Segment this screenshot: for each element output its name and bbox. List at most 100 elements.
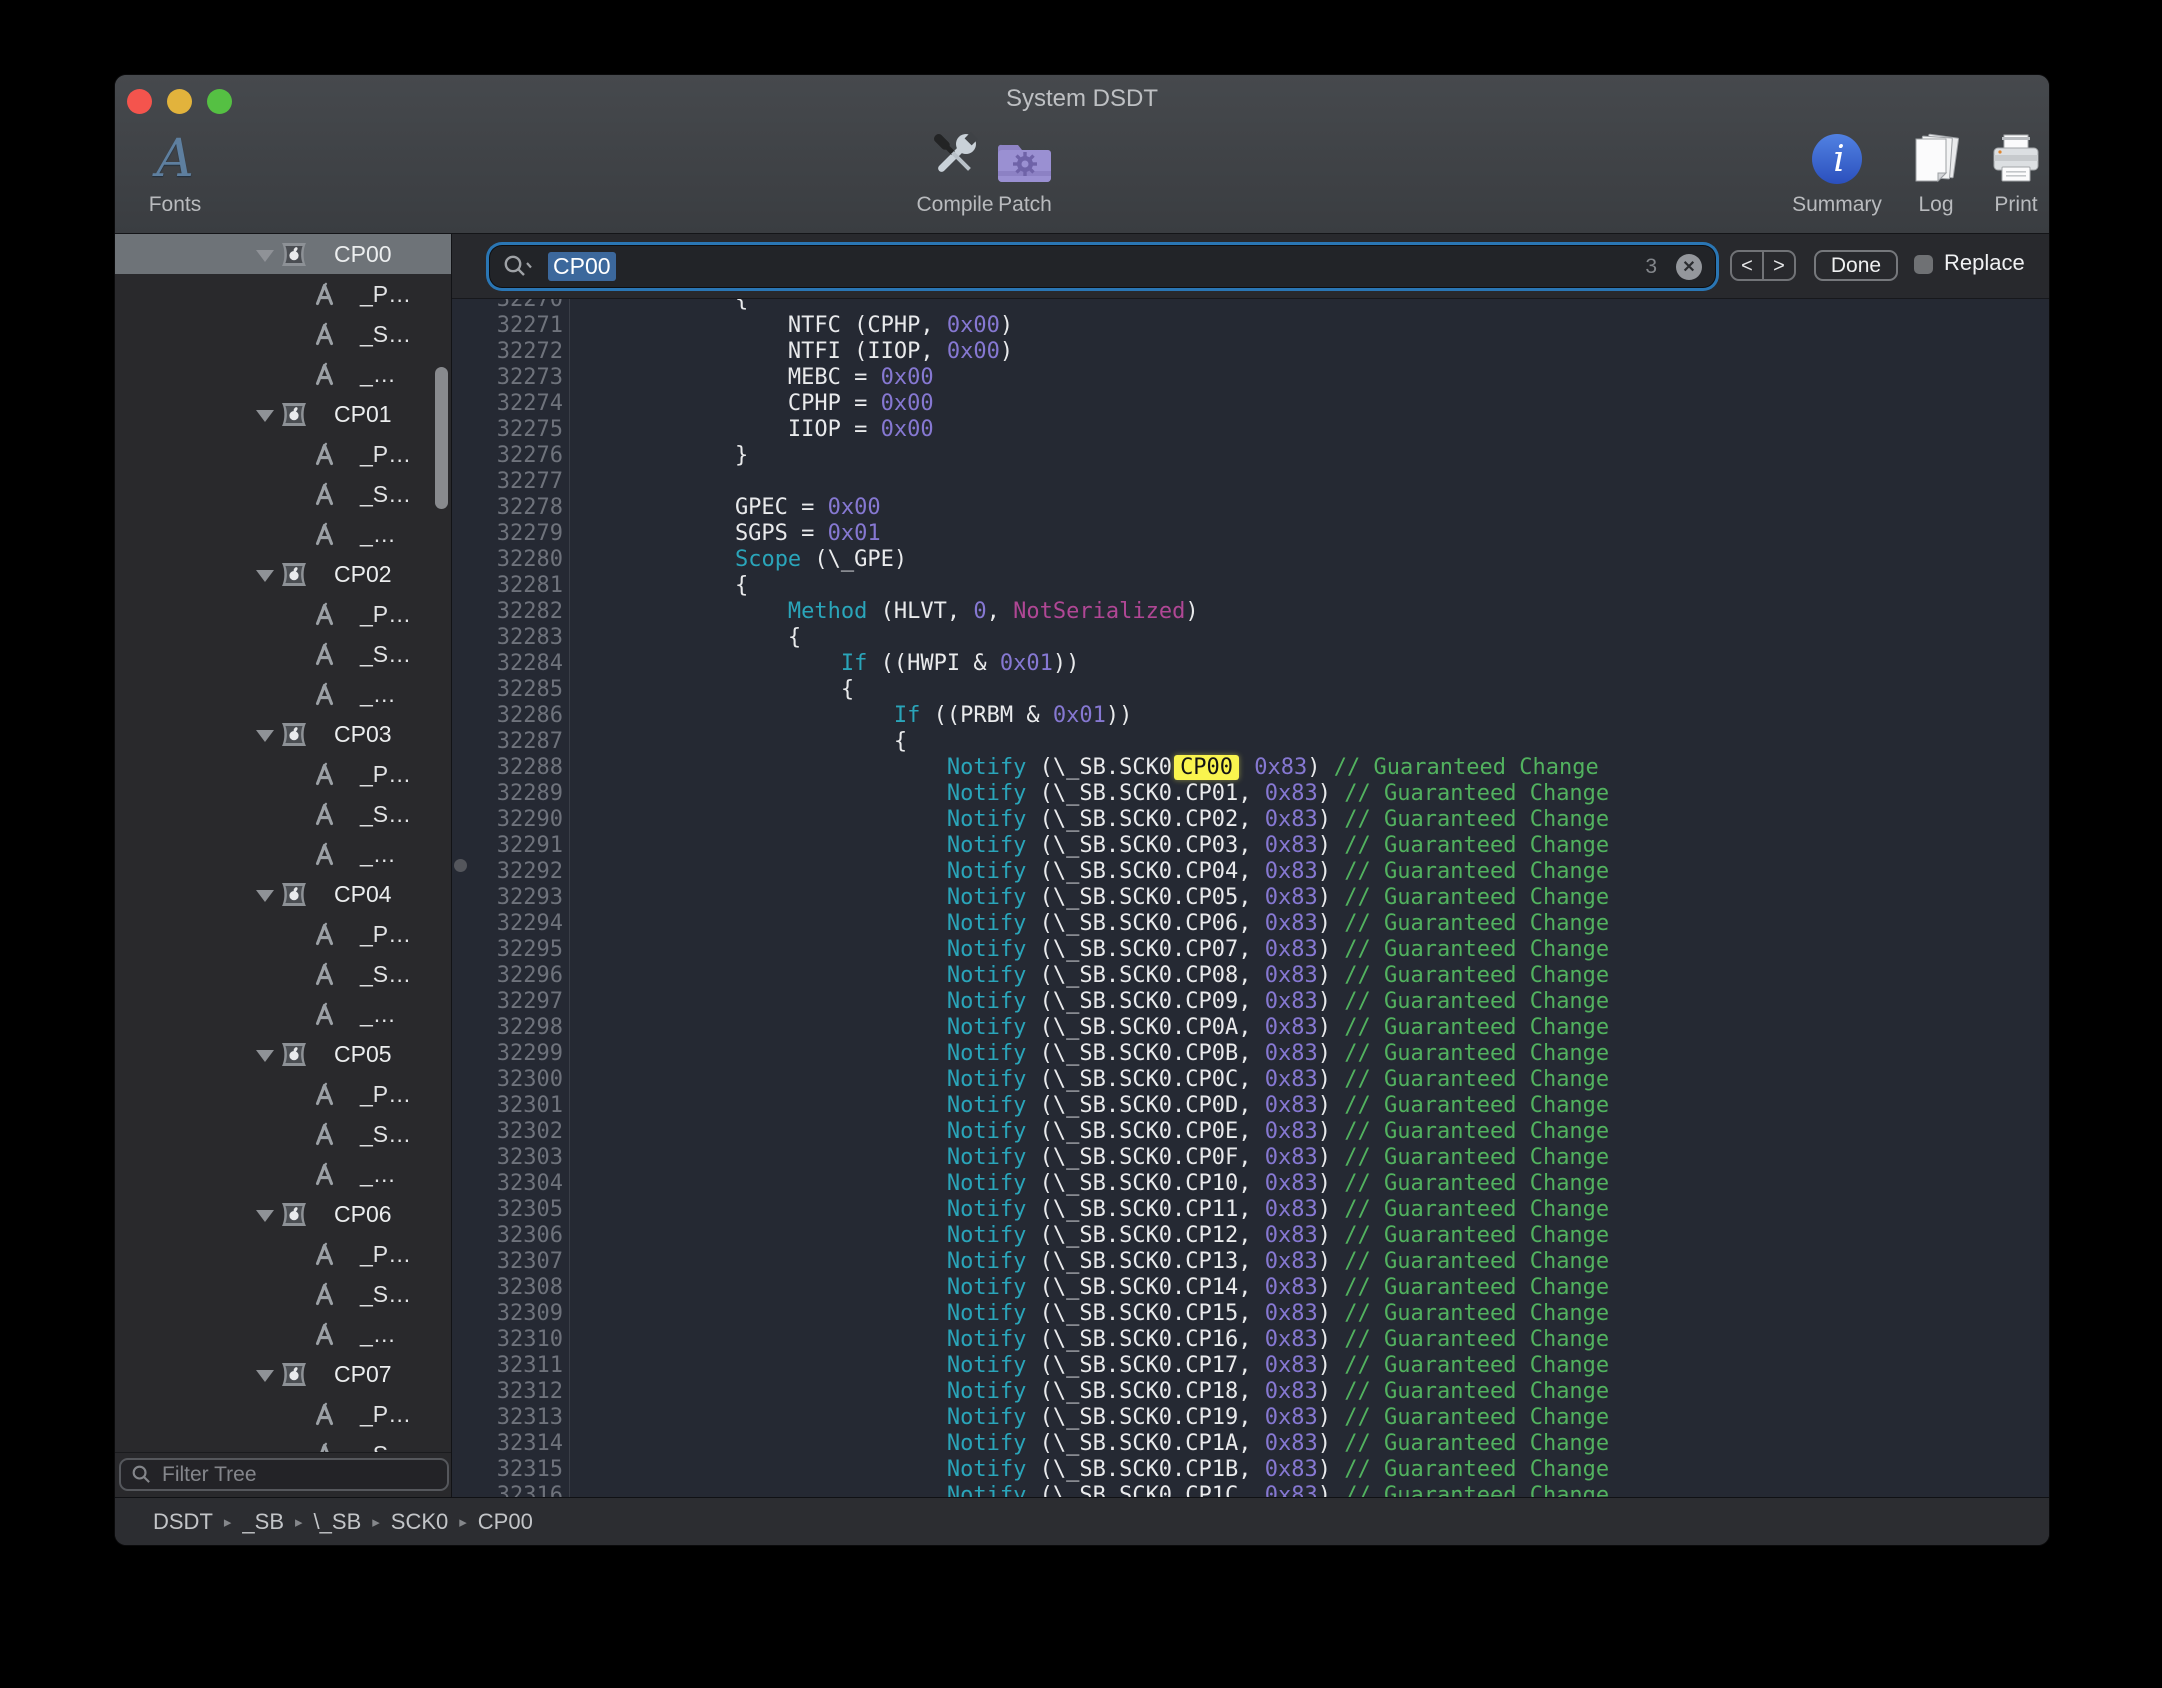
method-icon — [311, 801, 338, 833]
method-icon — [311, 681, 338, 713]
line-number: 32283 — [452, 625, 570, 651]
line-number: 32286 — [452, 703, 570, 729]
method-icon — [311, 1241, 338, 1273]
line-number: 32295 — [452, 937, 570, 963]
tree-group-CP07[interactable]: CP07 — [115, 1354, 451, 1394]
line-number: 32297 — [452, 989, 570, 1015]
tree-item[interactable]: _… — [115, 1154, 451, 1194]
tree-item[interactable]: _… — [115, 354, 451, 394]
sidebar-scrollbar[interactable] — [435, 367, 448, 509]
line-number: 32276 — [452, 443, 570, 469]
tree-item[interactable]: _S… — [115, 1434, 451, 1453]
tree-item[interactable]: _P… — [115, 434, 451, 474]
code-line: 32294 Notify (\_SB.SCK0.CP06, 0x83) // G… — [452, 911, 2049, 937]
tree-group-CP00[interactable]: CP00 — [115, 234, 451, 274]
tree-item[interactable]: _S… — [115, 314, 451, 354]
tree-item[interactable]: _P… — [115, 1234, 451, 1274]
tree-group-CP01[interactable]: CP01 — [115, 394, 451, 434]
tree-item[interactable]: _S… — [115, 634, 451, 674]
code-editor[interactable]: 32270 {32271 NTFC (CPHP, 0x00)32272 NTFI… — [452, 299, 2049, 1497]
tree-item[interactable]: _P… — [115, 1394, 451, 1434]
filter-bar — [115, 1452, 451, 1497]
disclosure-triangle-icon[interactable] — [256, 410, 274, 422]
code-line: 32270 { — [452, 299, 2049, 313]
tree-group-CP06[interactable]: CP06 — [115, 1194, 451, 1234]
tree-item[interactable]: _S… — [115, 1274, 451, 1314]
toolbar-item-print[interactable]: Print — [1956, 127, 2049, 217]
tree-item[interactable]: _… — [115, 1314, 451, 1354]
code-line: 32273 MEBC = 0x00 — [452, 365, 2049, 391]
tree-item[interactable]: _P… — [115, 594, 451, 634]
breadcrumb-item[interactable]: SCK0 — [391, 1509, 448, 1535]
code-line: 32281 { — [452, 573, 2049, 599]
disclosure-triangle-icon[interactable] — [256, 570, 274, 582]
code-line: 32279 SGPS = 0x01 — [452, 521, 2049, 547]
disclosure-triangle-icon[interactable] — [256, 1210, 274, 1222]
toolbar-item-patch[interactable]: Patch — [965, 127, 1085, 217]
tree-group-CP02[interactable]: CP02 — [115, 554, 451, 594]
line-number: 32289 — [452, 781, 570, 807]
disclosure-triangle-icon[interactable] — [256, 1050, 274, 1062]
search-menu-icon[interactable] — [502, 253, 538, 281]
patch-folder-icon — [965, 127, 1085, 191]
tree-item[interactable]: _S… — [115, 954, 451, 994]
filter-tree-input[interactable] — [160, 1462, 447, 1488]
search-input[interactable]: CP00 3 ✕ — [490, 246, 1715, 287]
code-line: 32313 Notify (\_SB.SCK0.CP19, 0x83) // G… — [452, 1405, 2049, 1431]
method-icon — [311, 281, 338, 313]
line-number: 32312 — [452, 1379, 570, 1405]
line-number: 32285 — [452, 677, 570, 703]
code-line: 32291 Notify (\_SB.SCK0.CP03, 0x83) // G… — [452, 833, 2049, 859]
breadcrumb-separator-icon: ▸ — [224, 1513, 232, 1531]
disclosure-triangle-icon[interactable] — [256, 890, 274, 902]
titlebar: System DSDT A Fonts — [115, 75, 2049, 234]
breadcrumb-item[interactable]: CP00 — [478, 1509, 533, 1535]
done-button[interactable]: Done — [1814, 250, 1898, 281]
code-line: 32282 Method (HLVT, 0, NotSerialized) — [452, 599, 2049, 625]
line-number: 32287 — [452, 729, 570, 755]
disclosure-triangle-icon[interactable] — [256, 1370, 274, 1382]
tree-item[interactable]: _S… — [115, 474, 451, 514]
tree-item[interactable]: _P… — [115, 1074, 451, 1114]
tree-item[interactable]: _P… — [115, 754, 451, 794]
code-line: 32278 GPEC = 0x00 — [452, 495, 2049, 521]
find-previous-button[interactable]: < — [1732, 252, 1762, 279]
clear-search-icon[interactable]: ✕ — [1676, 254, 1702, 280]
disclosure-triangle-icon[interactable] — [256, 250, 274, 262]
tree-item[interactable]: _S… — [115, 1114, 451, 1154]
tree-group-CP03[interactable]: CP03 — [115, 714, 451, 754]
line-number: 32315 — [452, 1457, 570, 1483]
find-bar: CP00 3 ✕ < > Done Replace — [452, 234, 2049, 298]
line-number: 32304 — [452, 1171, 570, 1197]
code-lines: 32270 {32271 NTFC (CPHP, 0x00)32272 NTFI… — [452, 299, 2049, 1497]
toolbar-item-fonts[interactable]: A Fonts — [115, 127, 235, 217]
find-next-button[interactable]: > — [1762, 252, 1794, 279]
breadcrumb-item[interactable]: \_SB — [314, 1509, 362, 1535]
tree-item[interactable]: _P… — [115, 914, 451, 954]
tree-item[interactable]: _P… — [115, 274, 451, 314]
tree-group-CP05[interactable]: CP05 — [115, 1034, 451, 1074]
scope-icon — [279, 239, 309, 275]
breadcrumb-separator-icon: ▸ — [295, 1513, 303, 1531]
code-line: 32303 Notify (\_SB.SCK0.CP0F, 0x83) // G… — [452, 1145, 2049, 1171]
tree-item[interactable]: _… — [115, 994, 451, 1034]
breadcrumb-item[interactable]: _SB — [242, 1509, 284, 1535]
sidebar: CP00 _P… _S… _… CP01 _P… _S… _… CP02 _P…… — [115, 234, 451, 1497]
tree-item[interactable]: _… — [115, 674, 451, 714]
line-number: 32307 — [452, 1249, 570, 1275]
tree-item[interactable]: _… — [115, 514, 451, 554]
tree-group-CP04[interactable]: CP04 — [115, 874, 451, 914]
tree-item[interactable]: _S… — [115, 794, 451, 834]
filter-tree-field[interactable] — [119, 1458, 449, 1491]
divider-handle[interactable] — [454, 859, 467, 872]
breadcrumb-item[interactable]: DSDT — [153, 1509, 213, 1535]
line-number: 32275 — [452, 417, 570, 443]
line-number: 32273 — [452, 365, 570, 391]
code-line: 32271 NTFC (CPHP, 0x00) — [452, 313, 2049, 339]
code-line: 32274 CPHP = 0x00 — [452, 391, 2049, 417]
method-icon — [311, 1281, 338, 1313]
replace-checkbox[interactable] — [1914, 255, 1933, 274]
code-line: 32312 Notify (\_SB.SCK0.CP18, 0x83) // G… — [452, 1379, 2049, 1405]
tree-item[interactable]: _… — [115, 834, 451, 874]
disclosure-triangle-icon[interactable] — [256, 730, 274, 742]
